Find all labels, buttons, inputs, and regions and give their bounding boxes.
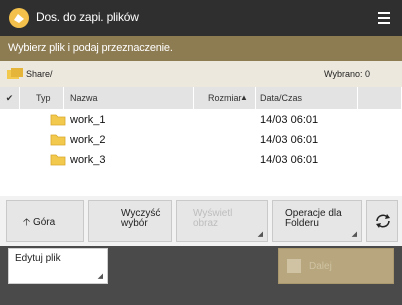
instruction-text: Wybierz plik i podaj przeznaczenie. (0, 36, 402, 61)
header-size[interactable]: Rozmiar (194, 87, 256, 109)
file-name: work_3 (70, 154, 106, 166)
up-button[interactable]: 🡡 Góra (6, 200, 84, 242)
table-header: ✔ Typ Nazwa ▲ Rozmiar Data/Czas (0, 87, 402, 109)
file-date: 14/03 06:01 (260, 134, 319, 146)
menu-icon[interactable] (372, 8, 396, 28)
corner-arrow-icon: ◢ (351, 231, 357, 238)
corner-arrow-icon: ◢ (257, 231, 263, 238)
check-column-icon[interactable]: ✔ (0, 87, 20, 109)
refresh-button[interactable] (366, 200, 398, 242)
corner-arrow-icon: ◢ (97, 273, 103, 280)
header-spacer (358, 87, 402, 109)
folder-operations-button[interactable]: Operacje dla Folderu ◢ (272, 200, 362, 242)
show-image-label: Wyświetl obraz (193, 208, 233, 229)
folder-icon (50, 154, 66, 166)
folder-icon (50, 134, 66, 146)
folder-icon (50, 114, 66, 126)
folder-operations-label: Operacje dla Folderu (285, 208, 342, 229)
next-label: Dalej (309, 261, 332, 272)
file-date: 14/03 06:01 (260, 114, 319, 126)
next-button: Dalej (278, 248, 394, 284)
file-date: 14/03 06:01 (260, 154, 319, 166)
toolbar: 🡡 Góra Wyczyść wybór Wyświetl obraz ◢ Op… (0, 196, 402, 246)
table-row[interactable]: work_3 14/03 06:01 (0, 151, 402, 170)
edit-file-label: Edytuj plik (15, 253, 61, 264)
folder-tree-icon (7, 68, 23, 79)
next-icon (287, 259, 301, 273)
file-name: work_2 (70, 134, 106, 146)
refresh-icon (376, 214, 390, 228)
file-name: work_1 (70, 114, 106, 126)
edit-file-button[interactable]: Edytuj plik ◢ (8, 248, 108, 284)
action-bar: Edytuj plik ◢ Dalej (0, 246, 402, 305)
window-title: Dos. do zapi. plików (36, 10, 139, 24)
table-row[interactable]: work_2 14/03 06:01 (0, 131, 402, 150)
show-image-button: Wyświetl obraz ◢ (176, 200, 268, 242)
header-name[interactable]: Nazwa ▲ (64, 87, 248, 109)
header-name-label: Nazwa (70, 93, 98, 103)
clear-selection-button[interactable]: Wyczyść wybór (88, 200, 172, 242)
header-type[interactable]: Typ (20, 87, 64, 109)
app-icon (9, 8, 29, 28)
up-label: 🡡 Góra (23, 217, 56, 228)
path-bar: Share/ Wybrano: 0 (0, 61, 402, 87)
selected-count: Wybrano: 0 (324, 69, 370, 79)
title-bar: Dos. do zapi. plików (0, 0, 402, 36)
table-row[interactable]: work_1 14/03 06:01 (0, 111, 402, 130)
file-selection-window: Dos. do zapi. plików Wybierz plik i poda… (0, 0, 402, 305)
header-date[interactable]: Data/Czas (256, 87, 358, 109)
clear-selection-label: Wyczyść wybór (121, 208, 161, 229)
current-path: Share/ (26, 69, 53, 79)
